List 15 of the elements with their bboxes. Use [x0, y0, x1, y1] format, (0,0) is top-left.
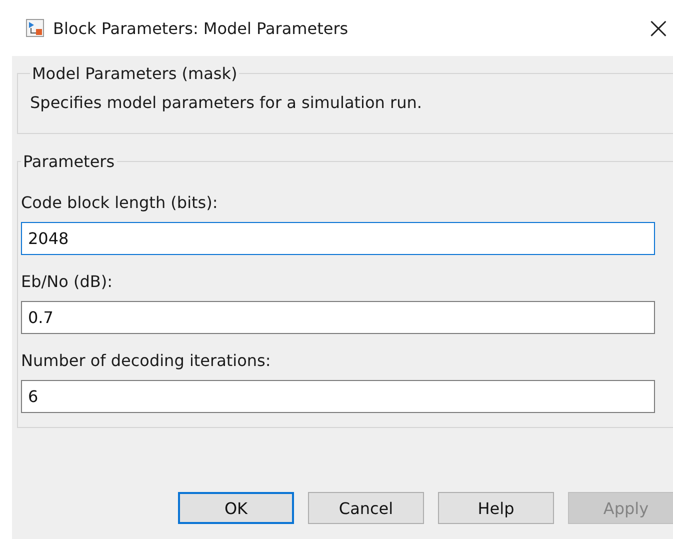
- field-label: Code block length (bits):: [21, 193, 219, 212]
- input-field[interactable]: 0.7: [21, 301, 655, 334]
- ok-button[interactable]: OK: [178, 492, 294, 524]
- dialog-button[interactable]: Help: [438, 492, 554, 524]
- close-button[interactable]: ×: [638, 10, 673, 46]
- input-field[interactable]: 6: [21, 380, 655, 413]
- app-icon: [26, 19, 44, 37]
- window-title: Block Parameters: Model Parameters: [53, 18, 348, 38]
- dialog-button[interactable]: Cancel: [308, 492, 424, 524]
- group-title: Model Parameters (mask): [31, 64, 238, 83]
- field-label: Eb/No (dB):: [21, 272, 114, 291]
- input-field[interactable]: 2048: [21, 222, 655, 255]
- field-label: Number of decoding iterations:: [21, 351, 272, 370]
- group-title: Parameters: [22, 152, 116, 171]
- description-text: Specifies model parameters for a simulation run.: [30, 93, 423, 112]
